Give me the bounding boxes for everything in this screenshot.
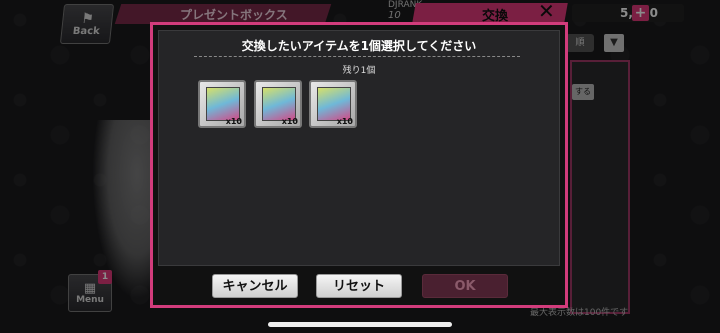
reset-button[interactable]: リセット bbox=[316, 274, 402, 298]
item-icon bbox=[262, 87, 296, 121]
item-card[interactable]: x10 bbox=[309, 80, 357, 128]
ok-button[interactable]: OK bbox=[422, 274, 508, 298]
item-icon bbox=[206, 87, 240, 121]
remaining-count: 残り1個 bbox=[342, 66, 376, 76]
item-icon bbox=[317, 87, 351, 121]
item-card[interactable]: x10 bbox=[198, 80, 246, 128]
item-card[interactable]: x10 bbox=[254, 80, 302, 128]
home-indicator[interactable] bbox=[268, 322, 452, 327]
dialog-divider bbox=[194, 56, 520, 57]
dialog-title: 交換したいアイテムを1個選択してください bbox=[241, 39, 477, 53]
cancel-button[interactable]: キャンセル bbox=[212, 274, 298, 298]
item-quantity: x10 bbox=[225, 117, 242, 126]
item-quantity: x10 bbox=[281, 117, 298, 126]
item-quantity: x10 bbox=[336, 117, 353, 126]
